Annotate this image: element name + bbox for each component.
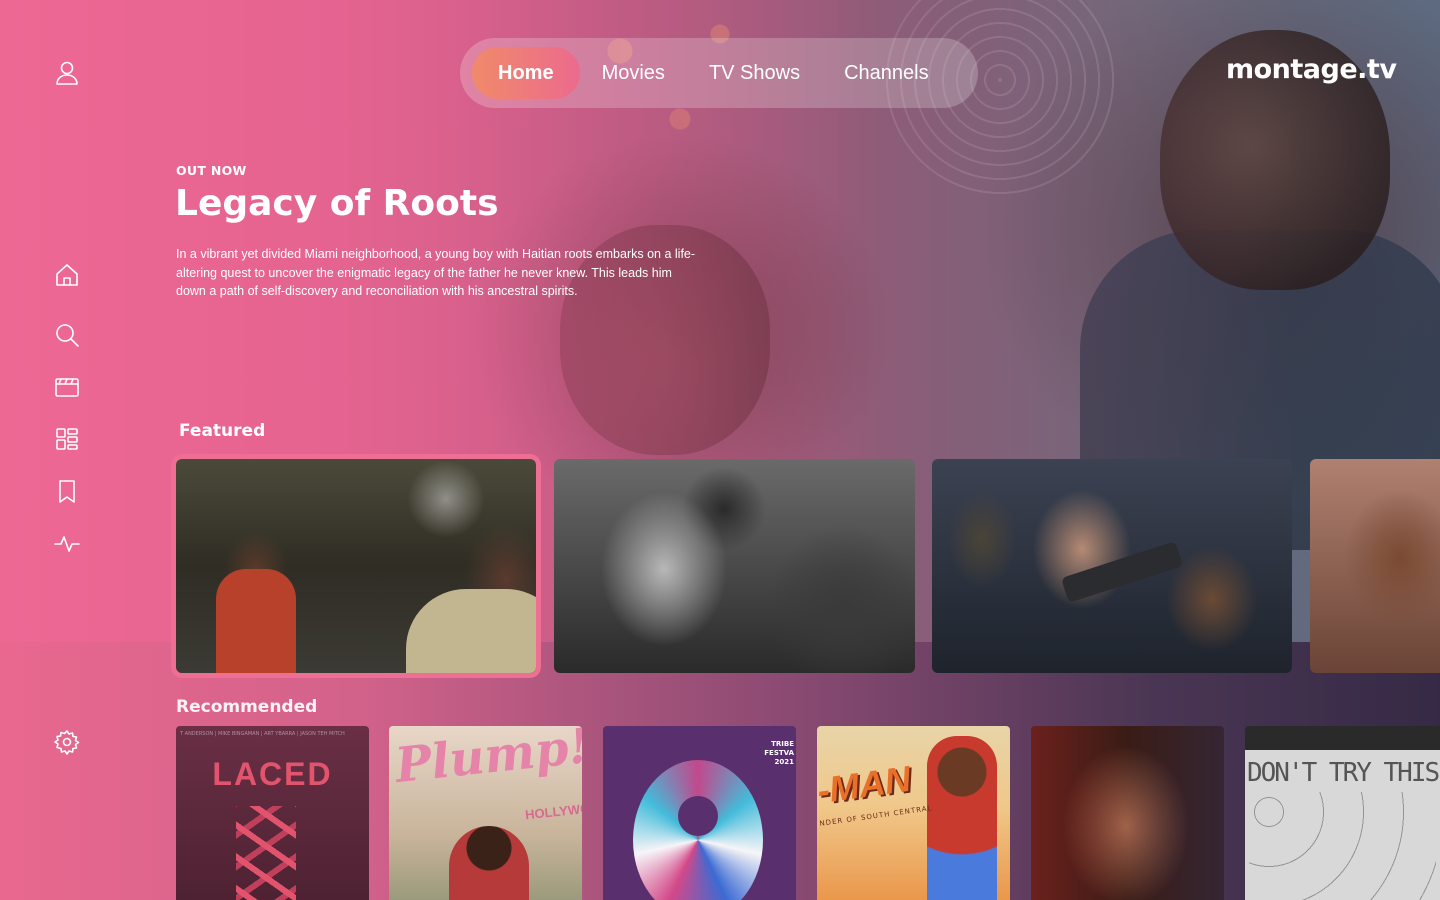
recommended-heading: Recommended bbox=[176, 697, 318, 717]
featured-thumbnail bbox=[1310, 459, 1440, 673]
poster-title: -MAN bbox=[817, 757, 914, 812]
sidebar-item-settings[interactable] bbox=[50, 725, 84, 759]
recommended-poster[interactable]: Plump! HOLLYWO bbox=[389, 726, 582, 900]
poster-art bbox=[1031, 726, 1224, 900]
settings-icon bbox=[54, 730, 80, 755]
tab-movies[interactable]: Movies bbox=[580, 47, 687, 99]
user-icon bbox=[56, 61, 78, 85]
thumbnail-figure bbox=[216, 569, 296, 673]
sidebar-item-activity[interactable] bbox=[50, 526, 84, 560]
sidebar bbox=[0, 0, 135, 900]
sidebar-item-bookmarks[interactable] bbox=[50, 474, 84, 508]
profile-button[interactable] bbox=[50, 56, 84, 90]
search-icon bbox=[56, 324, 79, 347]
top-nav: Home Movies TV Shows Channels bbox=[460, 38, 978, 108]
featured-card[interactable] bbox=[932, 459, 1292, 673]
poster-art bbox=[449, 826, 529, 900]
poster-title: DON'T TRY THIS ALON bbox=[1247, 758, 1440, 788]
poster-festival-badge: TRIBE FESTVA 2021 bbox=[764, 740, 794, 766]
app-logo: montage.tv bbox=[1226, 54, 1397, 85]
sidebar-item-categories[interactable] bbox=[50, 422, 84, 456]
tab-channels[interactable]: Channels bbox=[822, 47, 951, 99]
activity-icon bbox=[54, 536, 80, 552]
grid-icon bbox=[56, 428, 78, 450]
sidebar-item-search[interactable] bbox=[50, 318, 84, 352]
poster-credits: T ANDERSON | MIKE BINGAMAN | ART YBARRA … bbox=[180, 731, 345, 737]
tab-home[interactable]: Home bbox=[472, 47, 580, 99]
home-icon bbox=[56, 264, 78, 286]
poster-art bbox=[236, 806, 296, 900]
clapperboard-icon bbox=[55, 378, 79, 397]
poster-subtitle: HOLLYWO bbox=[524, 800, 582, 823]
recommended-poster[interactable]: -MAN NDER OF SOUTH CENTRAL bbox=[817, 726, 1010, 900]
featured-card[interactable] bbox=[176, 459, 536, 673]
recommended-poster[interactable]: T ANDERSON | MIKE BINGAMAN | ART YBARRA … bbox=[176, 726, 369, 900]
bookmark-icon bbox=[59, 480, 75, 503]
sidebar-item-movies[interactable] bbox=[50, 370, 84, 404]
poster-title: LACED bbox=[212, 756, 333, 792]
poster-title: Plump! bbox=[392, 726, 582, 795]
tab-tv-shows[interactable]: TV Shows bbox=[687, 47, 822, 99]
recommended-poster[interactable]: TRIBE FESTVA 2021 bbox=[603, 726, 796, 900]
hero-eyebrow: OUT NOW bbox=[176, 163, 247, 178]
hero-title: Legacy of Roots bbox=[175, 183, 499, 224]
recommended-poster[interactable] bbox=[1031, 726, 1224, 900]
poster-art bbox=[927, 736, 997, 900]
poster-art bbox=[678, 796, 718, 836]
poster-laurels bbox=[1249, 792, 1436, 900]
featured-thumbnail bbox=[554, 459, 915, 673]
featured-heading: Featured bbox=[179, 421, 266, 441]
featured-card[interactable] bbox=[554, 459, 915, 673]
hero-description: In a vibrant yet divided Miami neighborh… bbox=[176, 247, 696, 298]
featured-card[interactable] bbox=[1310, 459, 1440, 673]
recommended-poster[interactable]: DON'T TRY THIS ALON bbox=[1245, 726, 1440, 900]
sidebar-item-home[interactable] bbox=[50, 258, 84, 292]
